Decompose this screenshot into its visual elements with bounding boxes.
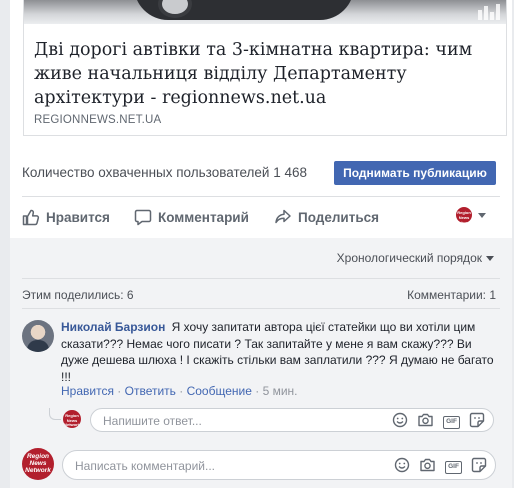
comment-author-link[interactable]: Николай Барзион [61, 320, 165, 334]
comment-body: Николай Барзион Я хочу запитати автора ц… [61, 319, 501, 385]
reply-thread-line [49, 408, 61, 420]
comment-message-link[interactable]: Сообщение [187, 384, 252, 398]
preview-image[interactable] [24, 0, 506, 24]
divider [22, 278, 500, 279]
like-button[interactable]: Нравится [22, 207, 110, 227]
divider [22, 308, 500, 309]
avatar[interactable] [22, 320, 54, 352]
watermark-logo-icon [478, 4, 500, 20]
speech-bubble-icon [134, 209, 152, 226]
share-arrow-icon [275, 209, 291, 224]
comment-order-dropdown[interactable]: Хронологический порядок [337, 251, 494, 265]
comment-label: Комментарий [158, 209, 249, 225]
comment-order-label: Хронологический порядок [336, 251, 482, 265]
reply-page-avatar: Region News Network [63, 410, 81, 428]
comment-button[interactable]: Комментарий [134, 207, 249, 227]
share-button[interactable]: Поделиться [274, 207, 379, 227]
reply-input[interactable]: Напишите ответ... GIF [90, 408, 494, 432]
page-avatar: Region News Network [456, 207, 472, 223]
comments-count: Комментарии: 1 [407, 288, 496, 302]
reply-input-icons: GIF [383, 412, 485, 433]
like-label: Нравится [46, 209, 110, 225]
thumbs-up-icon [22, 209, 40, 226]
comment-like-link[interactable]: Нравится [61, 384, 114, 398]
comment-placeholder: Написать комментарий... [75, 459, 216, 473]
smiley-icon[interactable] [392, 412, 408, 433]
reach-count[interactable]: Количество охваченных пользователей 1 46… [22, 165, 307, 180]
camera-icon[interactable] [417, 412, 434, 433]
chevron-down-icon [478, 212, 486, 218]
comments-section: Хронологический порядок Этим поделились:… [10, 238, 512, 488]
comment-reply-link[interactable]: Ответить [125, 384, 176, 398]
chevron-down-icon [486, 255, 494, 261]
comment-input-icons: GIF [385, 457, 487, 478]
smiley-icon[interactable] [394, 457, 410, 478]
link-preview[interactable]: Дві дорогі автівки та 3-кімнатна квартир… [23, 0, 507, 136]
camera-icon[interactable] [419, 457, 436, 478]
comment-input[interactable]: Написать комментарий... GIF [62, 450, 496, 480]
post-card: Дві дорогі автівки та 3-кімнатна квартир… [10, 0, 512, 488]
reply-placeholder: Напишите ответ... [103, 414, 202, 428]
shares-count-link[interactable]: Этим поделились: 6 [22, 288, 134, 302]
comment-timestamp[interactable]: 5 мин. [263, 384, 298, 398]
post-as-selector[interactable]: Region News Network [456, 207, 486, 223]
boost-post-button[interactable]: Поднимать публикацию [334, 161, 496, 185]
preview-domain: REGIONNEWS.NET.UA [34, 114, 162, 126]
comment-actions: Нравится · Ответить · Сообщение · 5 мин. [61, 384, 298, 398]
preview-title[interactable]: Дві дорогі автівки та 3-кімнатна квартир… [34, 38, 494, 110]
sticker-icon[interactable] [471, 457, 487, 478]
page-avatar[interactable]: Region News Network [22, 448, 54, 480]
gif-icon[interactable]: GIF [445, 461, 462, 474]
share-label: Поделиться [298, 209, 380, 225]
gif-icon[interactable]: GIF [443, 416, 460, 429]
sticker-icon[interactable] [469, 412, 485, 433]
divider [22, 196, 500, 197]
